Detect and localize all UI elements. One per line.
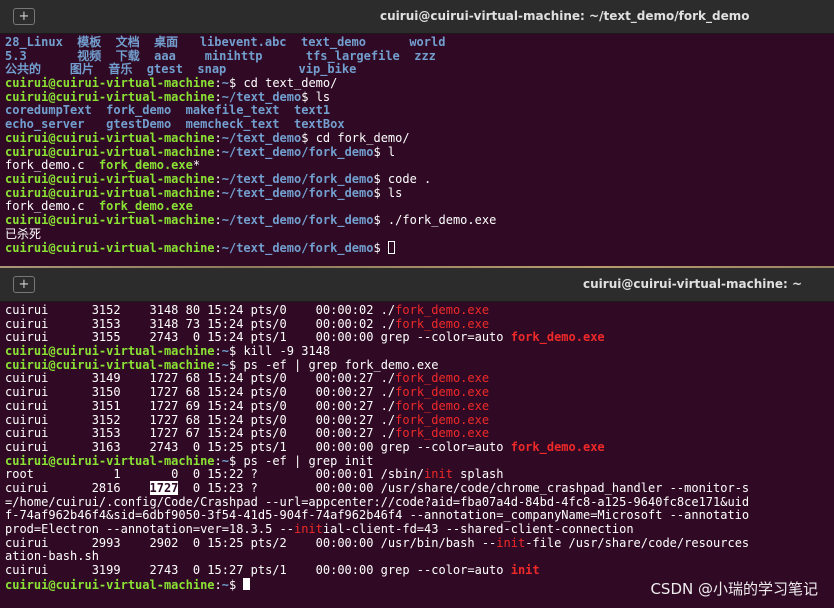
prompt-line: cuirui@cuirui-virtual-machine:~/text_dem…: [5, 130, 410, 145]
window-title: cuirui@cuirui-virtual-machine: ~: [583, 277, 803, 291]
ps-row: cuirui 3151 1727 69 15:24 pts/0 00:00:27…: [5, 398, 490, 413]
cursor-icon: [243, 577, 251, 590]
ls-output-line: coredumpText fork_demo makefile_text tex…: [5, 103, 331, 118]
prompt-line: cuirui@cuirui-virtual-machine:~$ ps -ef …: [5, 453, 374, 468]
ps-row: cuirui 3152 3148 80 15:24 pts/0 00:00:02…: [5, 303, 490, 317]
ps-row: cuirui 2816 1727 0 15:23 ? 00:00:00 /usr…: [5, 480, 750, 495]
ps-row-wrap: ation-bash.sh: [5, 549, 99, 564]
ps-row: cuirui 3153 1727 67 15:24 pts/0 00:00:27…: [5, 426, 490, 441]
prompt-line: cuirui@cuirui-virtual-machine:~$ kill -9…: [5, 344, 331, 359]
title-bar[interactable]: + cuirui@cuirui-virtual-machine: ~: [0, 268, 834, 302]
ps-row-wrap: prod=Electron --annotation=ver=18.3.5 --…: [5, 522, 634, 536]
ps-row: cuirui 3152 1727 68 15:24 pts/0 00:00:27…: [5, 412, 490, 427]
ps-row: cuirui 3149 1727 68 15:24 pts/0 00:00:27…: [5, 371, 490, 386]
prompt-line: cuirui@cuirui-virtual-machine:~/text_dem…: [5, 185, 403, 200]
prompt-line: cuirui@cuirui-virtual-machine:~/text_dem…: [5, 171, 432, 186]
ps-row: cuirui 3163 2743 0 15:25 pts/1 00:00:00 …: [5, 439, 605, 454]
ps-row: cuirui 3199 2743 0 15:27 pts/1 00:00:00 …: [5, 563, 540, 578]
ps-row: cuirui 3153 3148 73 15:24 pts/0 00:00:02…: [5, 316, 490, 331]
terminal-output[interactable]: cuirui 3152 3148 80 15:24 pts/0 00:00:02…: [0, 302, 834, 608]
ps-row-wrap: f-74af962b46f4&sid=6dbf9050-3f54-41d5-90…: [5, 508, 750, 523]
ls-output-line: fork_demo.c fork_demo.exe: [5, 199, 193, 214]
ps-row: cuirui 2993 2902 0 15:25 pts/2 00:00:00 …: [5, 535, 750, 550]
prompt-line-active[interactable]: cuirui@cuirui-virtual-machine:~/text_dem…: [5, 241, 834, 255]
ls-output-line: echo_server gtestDemo memcheck_text text…: [5, 117, 345, 132]
prompt-line: cuirui@cuirui-virtual-machine:~$ ps -ef …: [5, 357, 439, 372]
terminal-output[interactable]: 28_Linux 模板 文档 桌面 libevent.abc text_demo…: [0, 34, 834, 266]
window-title: cuirui@cuirui-virtual-machine: ~/text_de…: [380, 9, 750, 23]
ls-output-line: fork_demo.c fork_demo.exe*: [5, 158, 201, 173]
terminal-window-fork-demo[interactable]: + cuirui@cuirui-virtual-machine: ~/text_…: [0, 0, 834, 266]
terminal-window-home[interactable]: + cuirui@cuirui-virtual-machine: ~ cuiru…: [0, 268, 834, 608]
new-tab-icon[interactable]: +: [13, 276, 35, 293]
prompt-line: cuirui@cuirui-virtual-machine:~/text_dem…: [5, 89, 331, 104]
cursor-icon: [387, 241, 395, 255]
killed-message: 已杀死: [5, 226, 42, 241]
prompt-line: cuirui@cuirui-virtual-machine:~$ cd text…: [5, 76, 338, 91]
ps-row-wrap: =/home/cuirui/.config/Code/Crashpad --ur…: [5, 494, 750, 509]
ls-output-line: 公共的 图片 音乐 gtest snap vip_bike: [5, 62, 357, 77]
ls-output-line: 28_Linux 模板 文档 桌面 libevent.abc text_demo…: [5, 35, 446, 49]
prompt-line: cuirui@cuirui-virtual-machine:~/text_dem…: [5, 212, 497, 227]
ps-row: cuirui 3150 1727 68 15:24 pts/0 00:00:27…: [5, 385, 490, 400]
ps-row: root 1 0 0 15:22 ? 00:00:01 /sbin/init s…: [5, 467, 504, 482]
title-bar[interactable]: + cuirui@cuirui-virtual-machine: ~/text_…: [0, 0, 834, 34]
new-tab-icon[interactable]: +: [13, 8, 35, 25]
selection-highlight: 1727: [149, 480, 179, 495]
prompt-line: cuirui@cuirui-virtual-machine:~/text_dem…: [5, 144, 396, 159]
ps-row: cuirui 3155 2743 0 15:24 pts/1 00:00:00 …: [5, 330, 605, 345]
watermark: CSDN @小瑞的学习笔记: [650, 580, 818, 598]
